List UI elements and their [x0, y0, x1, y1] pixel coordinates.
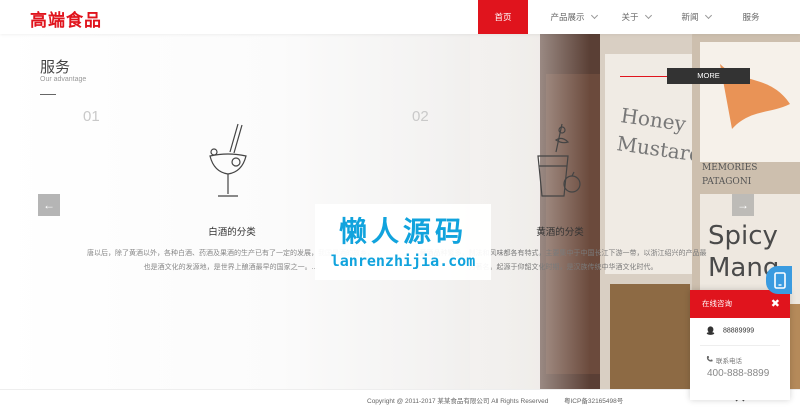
carousel-next-button[interactable]: → — [732, 194, 754, 216]
main-nav: 首页 产品展示 关于 新闻 服务 — [478, 0, 774, 34]
chevron-down-icon — [644, 11, 652, 20]
phone-float-button[interactable] — [766, 266, 792, 294]
more-accent-line — [620, 76, 667, 77]
nav-about-label: 关于 — [621, 12, 639, 22]
nav-home[interactable]: 首页 — [478, 0, 528, 34]
nav-about[interactable]: 关于 — [612, 0, 660, 34]
card-title[interactable]: 白酒的分类 — [192, 224, 272, 238]
watermark-cn: 懒人源码 — [338, 215, 467, 248]
jar-label-memories: MEMORIES — [702, 163, 757, 173]
qq-penguin-icon — [706, 326, 715, 335]
card-number: 01 — [83, 108, 100, 125]
consult-title: 在线咨询 — [702, 299, 732, 308]
jar-label-patagonia: PATAGONI — [702, 177, 752, 187]
cocktail-with-fruit-icon — [537, 123, 581, 197]
chevron-down-icon — [704, 11, 712, 20]
nav-news-label: 新闻 — [681, 12, 699, 22]
consult-header: 在线咨询 ✖ — [690, 290, 790, 318]
nav-home-label: 首页 — [494, 12, 512, 22]
online-consult-panel: 在线咨询 ✖ 88889999 联系电话 400-888-8899 — [690, 290, 790, 400]
watermark-url: lanrenzhijia.com — [330, 252, 476, 270]
section-title: 服务 — [40, 59, 71, 76]
icp-number[interactable]: 粤ICP备32165498号 — [564, 395, 623, 405]
site-footer: Copyright @ 2011-2017 某某食品有限公司 All Right… — [0, 389, 800, 409]
more-button[interactable]: MORE — [667, 68, 750, 84]
qq-number: 88889999 — [723, 327, 755, 335]
arrow-left-icon: ← — [43, 198, 55, 212]
nav-service[interactable]: 服务 — [728, 0, 774, 34]
nav-products-label: 产品展示 — [550, 12, 585, 22]
nav-products[interactable]: 产品展示 — [537, 0, 610, 34]
contact-phone-number[interactable]: 400-888-8899 — [707, 368, 769, 379]
nav-news[interactable]: 新闻 — [672, 0, 720, 34]
carousel-prev-button[interactable]: ← — [38, 194, 60, 216]
close-icon[interactable]: ✖ — [771, 290, 780, 318]
consult-divider — [700, 345, 780, 346]
nav-service-label: 服务 — [742, 12, 760, 22]
site-logo[interactable]: 高端食品 — [30, 6, 102, 31]
card-title[interactable]: 黄酒的分类 — [520, 224, 600, 238]
phone-handset-icon — [706, 355, 713, 362]
site-header: 高端食品 首页 产品展示 关于 新闻 服务 — [0, 0, 800, 34]
title-underline — [40, 94, 56, 95]
section-subtitle: Our advantage — [40, 76, 87, 83]
copyright-text: Copyright @ 2011-2017 某某食品有限公司 All Right… — [367, 398, 549, 405]
qq-contact[interactable]: 88889999 — [706, 326, 754, 335]
service-section: Honey Mustard MEMORIES PATAGONI Spicy Ma… — [0, 34, 800, 389]
cocktail-glass-icon — [209, 123, 247, 197]
chevron-down-icon — [590, 11, 598, 20]
arrow-right-icon: → — [737, 198, 749, 212]
contact-phone-label: 联系电话 — [716, 358, 742, 365]
watermark: 懒人源码 lanrenzhijia.com — [315, 204, 491, 280]
card-number: 02 — [412, 108, 429, 125]
mobile-phone-icon — [774, 272, 786, 289]
